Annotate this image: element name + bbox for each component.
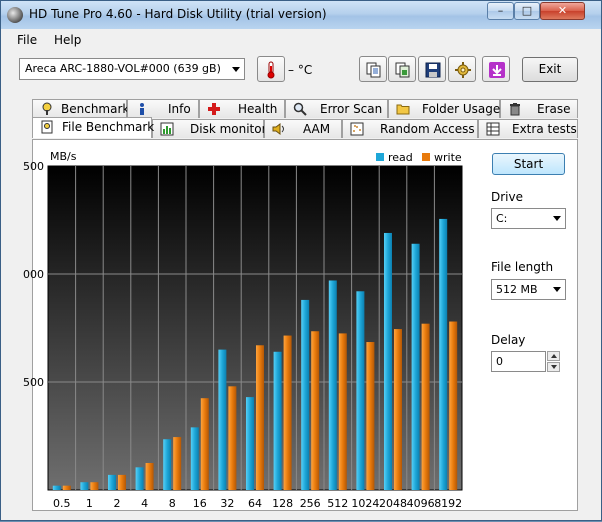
bar-write [145,463,154,490]
x-tick-label: 8 [169,497,176,510]
start-button[interactable]: Start [492,153,565,175]
spin-down-button[interactable] [547,362,560,372]
x-tick-label: 4096 [407,497,435,510]
x-tick-label: 512 [327,497,348,510]
x-tick-label: 16 [193,497,207,510]
drive-letter-select[interactable]: C: [491,208,566,229]
bar-write [200,398,209,490]
delay-input[interactable]: 0 [491,351,546,372]
bar-write [394,329,402,490]
y-tick-label: 000 [23,268,44,281]
x-tick-label: 256 [300,497,321,510]
bar-read [411,243,420,490]
bar-read [439,218,448,491]
bar-write [283,335,292,490]
bar-write [228,386,237,490]
bar-read [190,427,199,490]
bar-read [52,485,61,490]
file-length-value: 512 MB [496,283,538,296]
legend-label-write: write [434,151,462,164]
bar-write [90,482,99,490]
bar-write [173,437,182,490]
x-tick-label: 4 [141,497,148,510]
bar-write [338,333,347,490]
file-benchmark-icon [41,120,53,134]
chevron-down-icon [553,216,561,221]
delay-label: Delay [491,333,526,347]
bar-read [80,482,89,490]
legend-swatch-read [376,153,384,161]
spin-up-button[interactable] [547,351,560,361]
x-tick-label: 0.5 [53,497,71,510]
tab-file-benchmark[interactable]: File Benchmark [32,117,155,138]
x-tick-label: 32 [220,497,234,510]
x-tick-label: 2048 [379,497,407,510]
bar-write [421,323,430,490]
bar-read [246,397,254,490]
drive-label: Drive [491,190,523,204]
bar-write [118,474,126,490]
bar-read [301,299,310,490]
file-length-label: File length [491,260,554,274]
y-axis-label: MB/s [50,150,77,163]
bar-read [356,291,365,490]
file-length-select[interactable]: 512 MB [491,279,566,300]
bar-read [135,467,144,490]
x-tick-label: 64 [248,497,262,510]
bar-read [218,349,227,490]
legend-swatch-write [422,153,430,161]
x-tick-label: 128 [272,497,293,510]
y-tick-label: 500 [23,376,44,389]
bar-write [366,342,375,490]
y-tick-label: 500 [23,160,44,173]
x-tick-label: 2 [114,497,121,510]
bar-write [62,485,71,490]
bar-read [328,280,337,490]
bar-read [384,232,392,490]
x-tick-label: 1 [86,497,93,510]
bar-write [449,321,458,490]
x-tick-label: 1024 [351,497,379,510]
drive-letter-value: C: [496,212,508,225]
legend-label-read: read [388,151,413,164]
bar-write [311,331,320,490]
app-window: HD Tune Pro 4.60 - Hard Disk Utility (tr… [0,0,602,521]
x-tick-label: 8192 [434,497,462,510]
bar-write [256,345,264,490]
bar-read [273,351,282,490]
tab-label: File Benchmark [62,120,155,134]
bar-read [108,474,116,490]
chevron-down-icon [553,287,561,292]
bar-read [163,439,172,490]
